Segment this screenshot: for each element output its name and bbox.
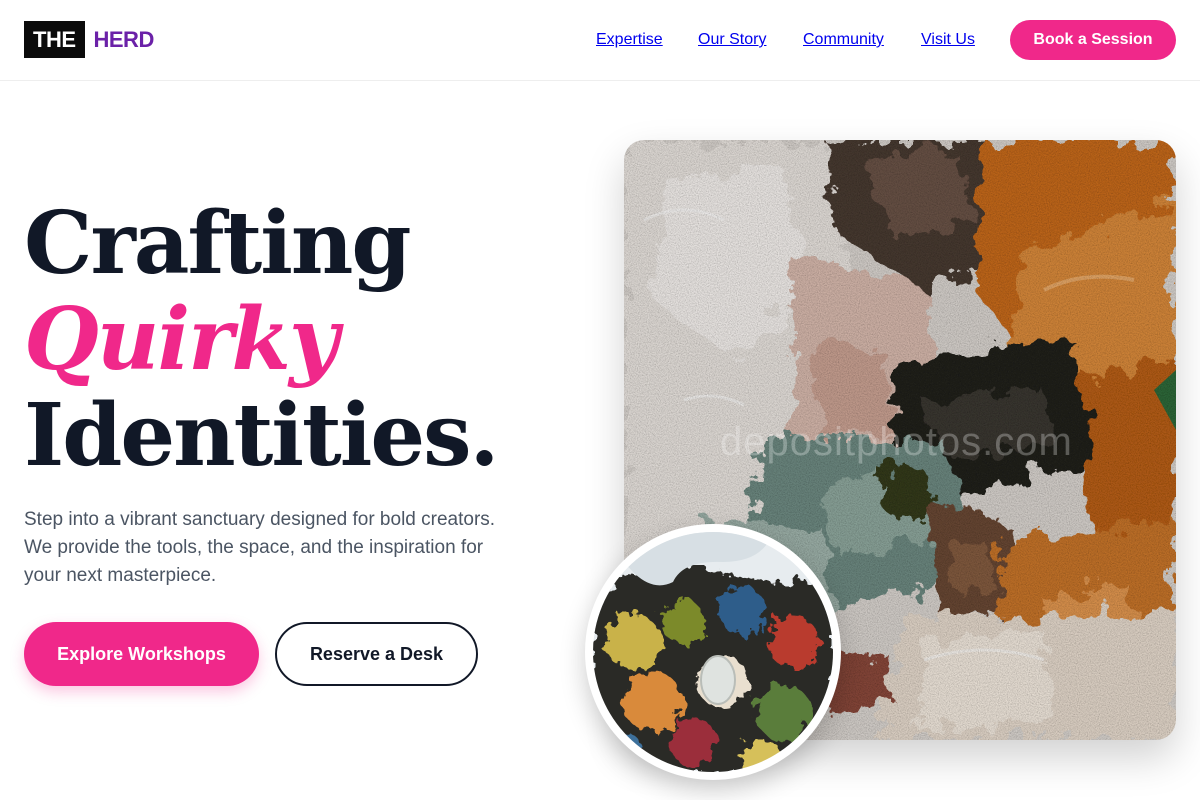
- headline-line-3: Identities.: [24, 385, 499, 486]
- reserve-desk-button[interactable]: Reserve a Desk: [275, 622, 478, 686]
- book-session-button[interactable]: Book a Session: [1010, 20, 1176, 60]
- palette-illustration: [593, 532, 833, 772]
- logo-box: THE: [24, 21, 85, 58]
- nav-item-community[interactable]: Community: [803, 31, 884, 49]
- hero-subtitle: Step into a vibrant sanctuary designed f…: [24, 509, 496, 586]
- headline-line-1: Crafting: [24, 193, 412, 294]
- hero-headline: Crafting Quirky Identities.: [24, 193, 499, 486]
- hero-image-palette: [585, 524, 841, 780]
- nav-item-our-story[interactable]: Our Story: [698, 31, 766, 49]
- palette-photo-crop: [593, 532, 833, 772]
- nav-item-visit-us[interactable]: Visit Us: [921, 31, 975, 49]
- logo-name: HERD: [93, 26, 155, 52]
- nav-item-expertise[interactable]: Expertise: [596, 31, 663, 49]
- site-header: THE HERD Expertise Our Story Community V…: [0, 0, 1200, 81]
- headline-accent: Quirky: [24, 289, 339, 390]
- explore-workshops-button[interactable]: Explore Workshops: [24, 622, 259, 686]
- logo[interactable]: THE HERD: [24, 21, 154, 58]
